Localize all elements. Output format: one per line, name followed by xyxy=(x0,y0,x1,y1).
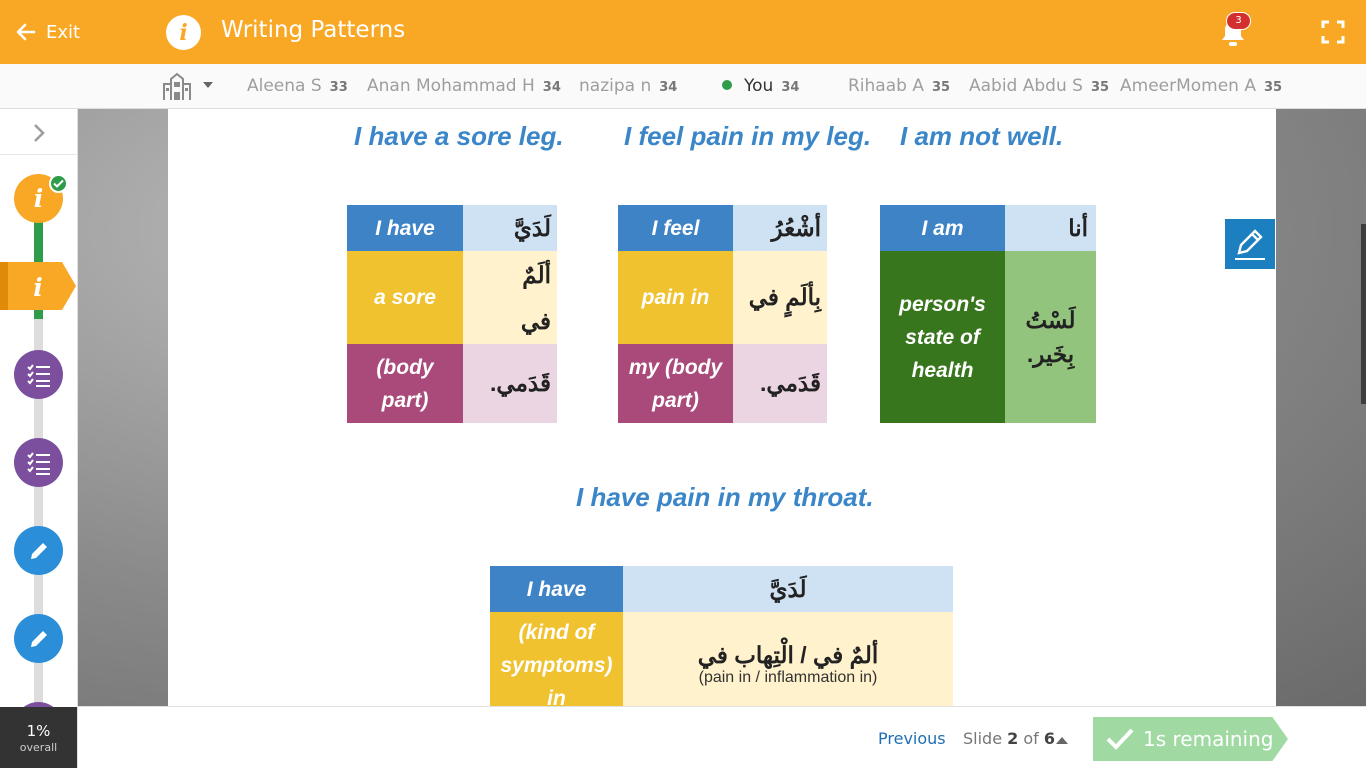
pattern-caption: I have a sore leg. xyxy=(354,121,564,151)
leader-points: 35 xyxy=(1264,80,1283,95)
pattern-table: I feel أشْعُرُ pain in بِألَمٍ في my (bo… xyxy=(618,205,827,423)
leader-name: Rihaab A xyxy=(848,76,924,96)
leader-name: nazipa n xyxy=(579,76,652,96)
chevron-right-icon[interactable] xyxy=(27,121,51,145)
scrollbar[interactable] xyxy=(1361,224,1366,404)
pattern-ar-text: ألمٌ في / الْتِهاب في xyxy=(697,642,879,668)
leader-name: Aabid Abdu S xyxy=(969,76,1083,96)
pattern-caption: I am not well. xyxy=(900,121,1064,151)
pattern-ar-cell: بِألَمٍ في xyxy=(733,251,827,344)
leader-name: You xyxy=(744,76,774,96)
leader-name: AmeerMomen A xyxy=(1120,76,1256,96)
slide-of: of xyxy=(1023,729,1039,748)
lesson-sidebar: i i xyxy=(0,109,78,768)
previous-button[interactable]: Previous xyxy=(878,729,946,748)
remaining-button[interactable]: 1s remaining xyxy=(1093,717,1288,761)
pattern-ar-cell: أنا xyxy=(1005,205,1096,251)
checkmark-icon xyxy=(1106,728,1134,750)
pattern-en-cell: person's state of health xyxy=(880,251,1005,423)
pattern-ar-cell: أشْعُرُ xyxy=(733,205,827,251)
pen-icon xyxy=(1235,229,1265,260)
notification-badge: 3 xyxy=(1226,12,1251,30)
remaining-label: 1s remaining xyxy=(1143,727,1274,751)
school-icon[interactable] xyxy=(161,70,193,102)
chevron-up-icon[interactable] xyxy=(1056,737,1068,744)
leader-name: Anan Mohammad H xyxy=(367,76,535,96)
leaderboard-entry: nazipa n 34 xyxy=(579,76,677,96)
pattern-table: I have لَدَيَّ a sore ألَمٌ في (body par… xyxy=(347,205,557,423)
leader-points: 34 xyxy=(659,80,678,95)
progress-label: overall xyxy=(19,741,58,754)
leaderboard-bar: Aleena S 33 Anan Mohammad H 34 nazipa n 34 … xyxy=(0,64,1366,109)
pattern-en-cell: (kind of symptoms) in xyxy=(490,612,623,706)
pattern-ar-cell: لَدَيَّ xyxy=(623,566,953,612)
annotate-button[interactable] xyxy=(1225,219,1275,269)
pattern-ar-cell: ألَمٌ في xyxy=(463,251,557,344)
exit-label: Exit xyxy=(46,21,81,43)
pattern-en-cell: my (body part) xyxy=(618,344,733,423)
pattern-en-cell: I have xyxy=(490,566,623,612)
exit-button[interactable]: Exit xyxy=(14,18,80,46)
pattern-ar-cell: لَسْتُ بِخَير. xyxy=(1005,251,1096,423)
pattern-en-cell: I have xyxy=(347,205,463,251)
pencil-icon xyxy=(30,542,47,559)
slide-stage: I have a sore leg. I feel pain in my leg… xyxy=(78,109,1366,706)
sidebar-step-info-2-active[interactable]: i xyxy=(0,262,76,310)
leaderboard-entry: Rihaab A 35 xyxy=(848,76,950,96)
pattern-table: I have لَدَيَّ (kind of symptoms) in ألم… xyxy=(490,566,953,706)
top-bar: Exit i Writing Patterns 3 xyxy=(0,0,1366,64)
pencil-icon xyxy=(30,630,47,647)
leaderboard-entry: Aleena S 33 xyxy=(247,76,348,96)
footer-bar: Previous Slide 2 of 6 1s remaining xyxy=(78,706,1366,768)
info-icon: i xyxy=(33,184,44,213)
slide-total: 6 xyxy=(1043,729,1056,748)
pattern-table: I am أنا person's state of health لَسْتُ… xyxy=(880,205,1096,423)
leaderboard-entry: Anan Mohammad H 34 xyxy=(367,76,561,96)
leaderboard-entry: Aabid Abdu S 35 xyxy=(969,76,1109,96)
info-icon: i xyxy=(166,15,201,50)
pattern-ar-cell: قَدَمي. xyxy=(733,344,827,423)
pattern-en-cell: I am xyxy=(880,205,1005,251)
checkmark-icon xyxy=(49,174,68,193)
leader-points: 33 xyxy=(329,80,348,95)
slide-current: 2 xyxy=(1007,729,1019,748)
pattern-en-cell: a sore xyxy=(347,251,463,344)
slide-counter: Slide 2 of 6 xyxy=(963,729,1055,748)
leader-points: 35 xyxy=(931,80,951,95)
arrow-left-icon xyxy=(16,23,36,41)
page-title: Writing Patterns xyxy=(221,17,406,43)
fullscreen-icon[interactable] xyxy=(1321,20,1345,44)
overall-progress: 1% overall xyxy=(0,707,77,768)
svg-text:i: i xyxy=(33,273,43,302)
slide-card: I have a sore leg. I feel pain in my leg… xyxy=(168,109,1276,706)
leader-points: 34 xyxy=(542,80,561,95)
pattern-caption: I have pain in my throat. xyxy=(576,482,874,512)
pattern-en-cell: I feel xyxy=(618,205,733,251)
pattern-ar-translation: (pain in / inflammation in) xyxy=(698,669,878,686)
pattern-ar-cell: قَدَمي. xyxy=(463,344,557,423)
sidebar-step-checklist-1[interactable] xyxy=(14,350,63,399)
leaderboard-entry-you: You 34 xyxy=(722,76,799,96)
sidebar-step-writing-1[interactable] xyxy=(14,526,63,575)
sidebar-divider xyxy=(0,154,77,155)
leaderboard-entry: AmeerMomen A 35 xyxy=(1120,76,1282,96)
sidebar-step-writing-2[interactable] xyxy=(14,614,63,663)
progress-percent: 1% xyxy=(26,722,51,740)
pattern-ar-cell: ألمٌ في / الْتِهاب في (pain in / inflamm… xyxy=(623,612,953,706)
leader-points: 34 xyxy=(781,80,800,95)
pattern-ar-cell: لَدَيَّ xyxy=(463,205,557,251)
sidebar-step-checklist-2[interactable] xyxy=(14,438,63,487)
pattern-en-cell: (body part) xyxy=(347,344,463,423)
pattern-en-cell: pain in xyxy=(618,251,733,344)
chevron-down-icon[interactable] xyxy=(203,82,213,88)
leader-points: 35 xyxy=(1090,80,1110,95)
pattern-caption: I feel pain in my leg. xyxy=(624,121,872,151)
leader-name: Aleena S xyxy=(247,76,322,96)
checklist-icon xyxy=(26,451,50,475)
checklist-icon xyxy=(26,363,50,387)
slide-prefix: Slide xyxy=(963,729,1003,748)
